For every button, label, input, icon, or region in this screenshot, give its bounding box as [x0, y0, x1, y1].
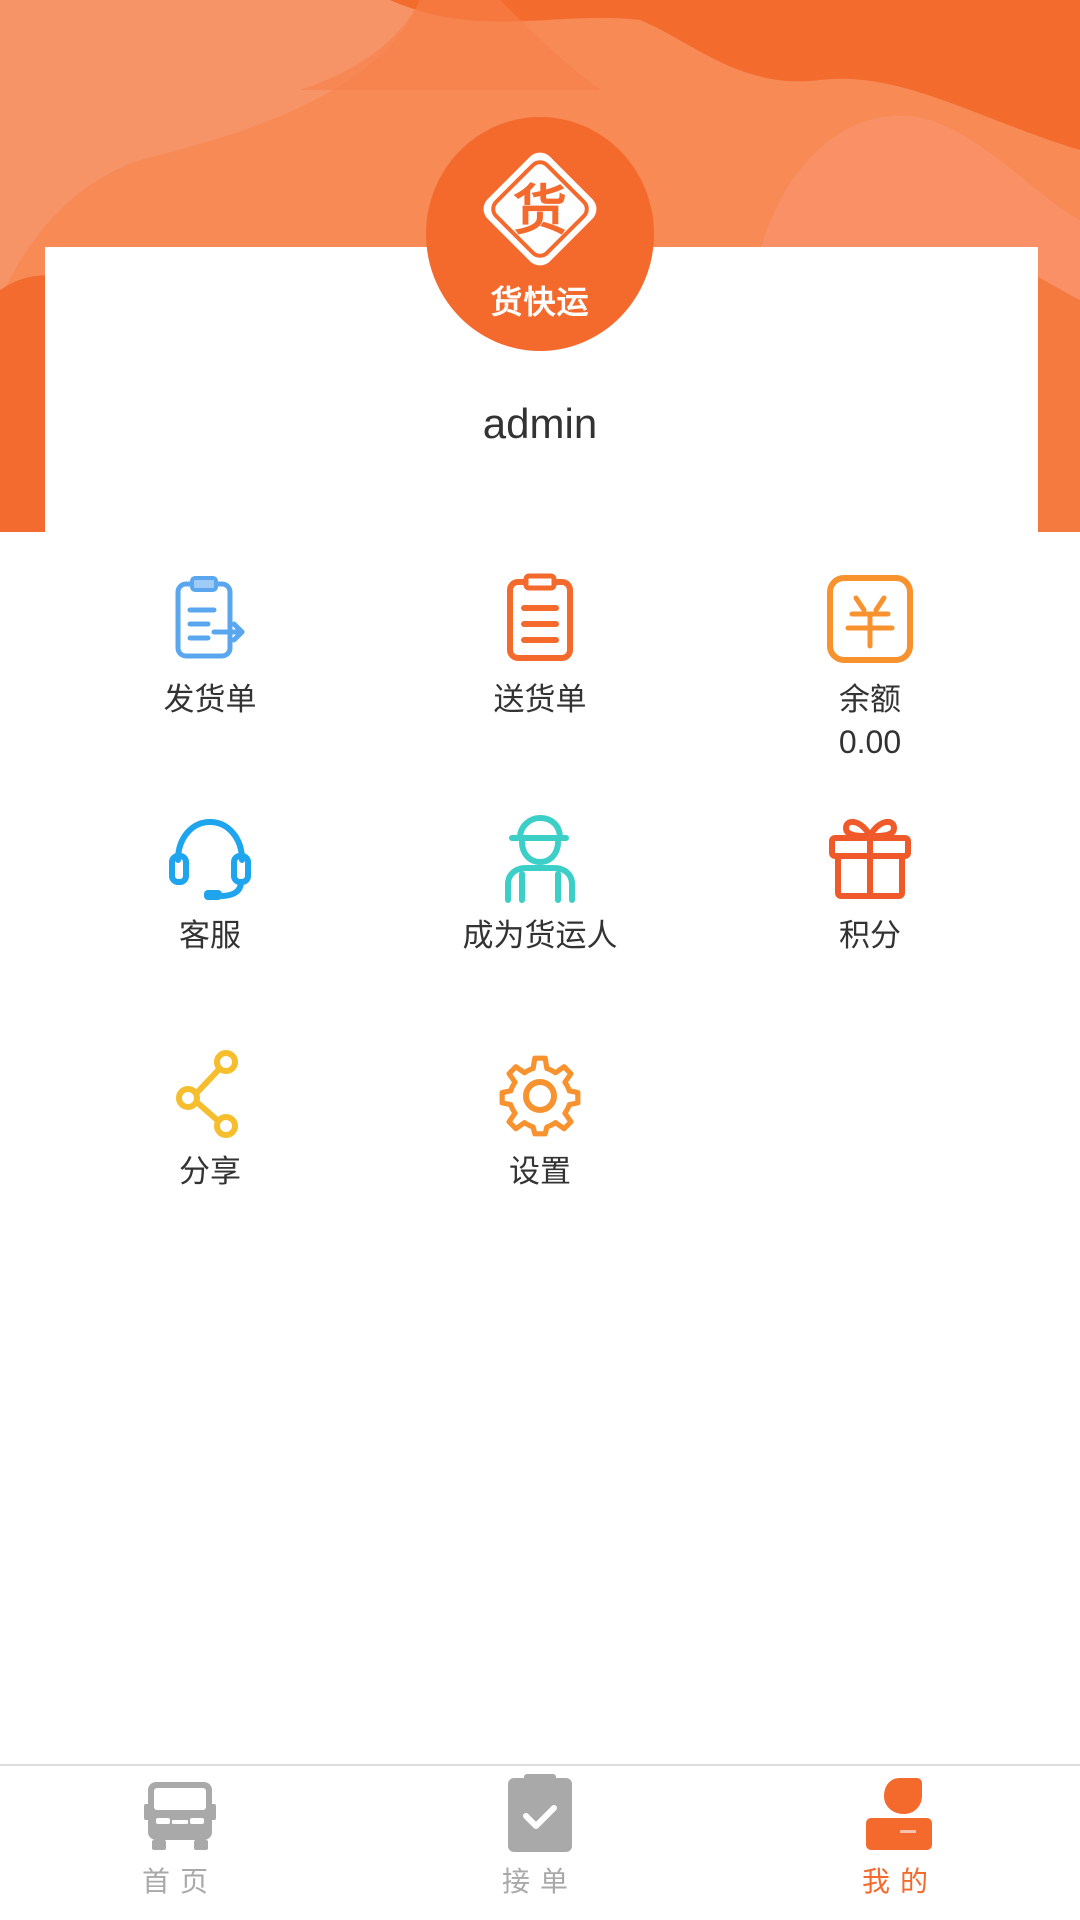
logo-glyph: 货 — [513, 179, 567, 242]
menu-item-label: 送货单 — [493, 682, 587, 718]
menu-item-label: 余额 — [839, 682, 901, 718]
tab-label: 接单 — [501, 1865, 578, 1898]
user-icon — [860, 1774, 940, 1854]
menu-item-label: 分享 — [179, 1154, 241, 1190]
yuan-wallet-icon — [822, 572, 918, 668]
logo-name: 货快运 — [490, 283, 590, 321]
tab-mine[interactable]: 我的 — [800, 1774, 1000, 1900]
menu-item-delivery-order[interactable]: 送货单 — [390, 572, 690, 720]
menu-item-settings[interactable]: 设置 — [390, 1044, 690, 1192]
menu-item-label: 发货单 — [163, 682, 257, 718]
tab-orders[interactable]: 接单 — [440, 1774, 640, 1900]
menu-item-balance[interactable]: 余额 0.00 — [720, 572, 1020, 764]
truck-icon — [140, 1774, 220, 1854]
menu-item-points[interactable]: 积分 — [720, 808, 1020, 956]
profile-page: 货 货快运 admin 发货单 送货单 余额 0.00 客服 成为货运人 积分 … — [0, 0, 1080, 1920]
courier-person-icon — [492, 808, 588, 904]
tab-label: 我的 — [861, 1865, 938, 1898]
menu-item-label: 客服 — [179, 918, 241, 954]
menu-item-label: 设置 — [509, 1154, 571, 1190]
menu-item-shipping-order[interactable]: 发货单 — [60, 572, 360, 720]
app-logo: 货 货快运 — [426, 117, 654, 351]
clipboard-list-icon — [492, 572, 588, 668]
clipboard-arrow-icon — [162, 572, 258, 668]
gear-icon — [492, 1044, 588, 1140]
gift-icon — [822, 808, 918, 904]
headset-icon — [162, 808, 258, 904]
menu-item-become-carrier[interactable]: 成为货运人 — [390, 808, 690, 956]
tab-label: 首页 — [141, 1865, 218, 1898]
menu-item-customer-service[interactable]: 客服 — [60, 808, 360, 956]
balance-value: 0.00 — [838, 724, 902, 760]
menu-item-share[interactable]: 分享 — [60, 1044, 360, 1192]
clipboard-check-icon — [500, 1774, 580, 1854]
menu-item-label: 成为货运人 — [462, 918, 618, 954]
share-icon — [162, 1044, 258, 1140]
username: admin — [482, 400, 598, 447]
tab-home[interactable]: 首页 — [80, 1774, 280, 1900]
bottom-tab-bar: 首页 接单 我的 — [0, 1764, 1080, 1920]
menu-item-label: 积分 — [839, 918, 901, 954]
